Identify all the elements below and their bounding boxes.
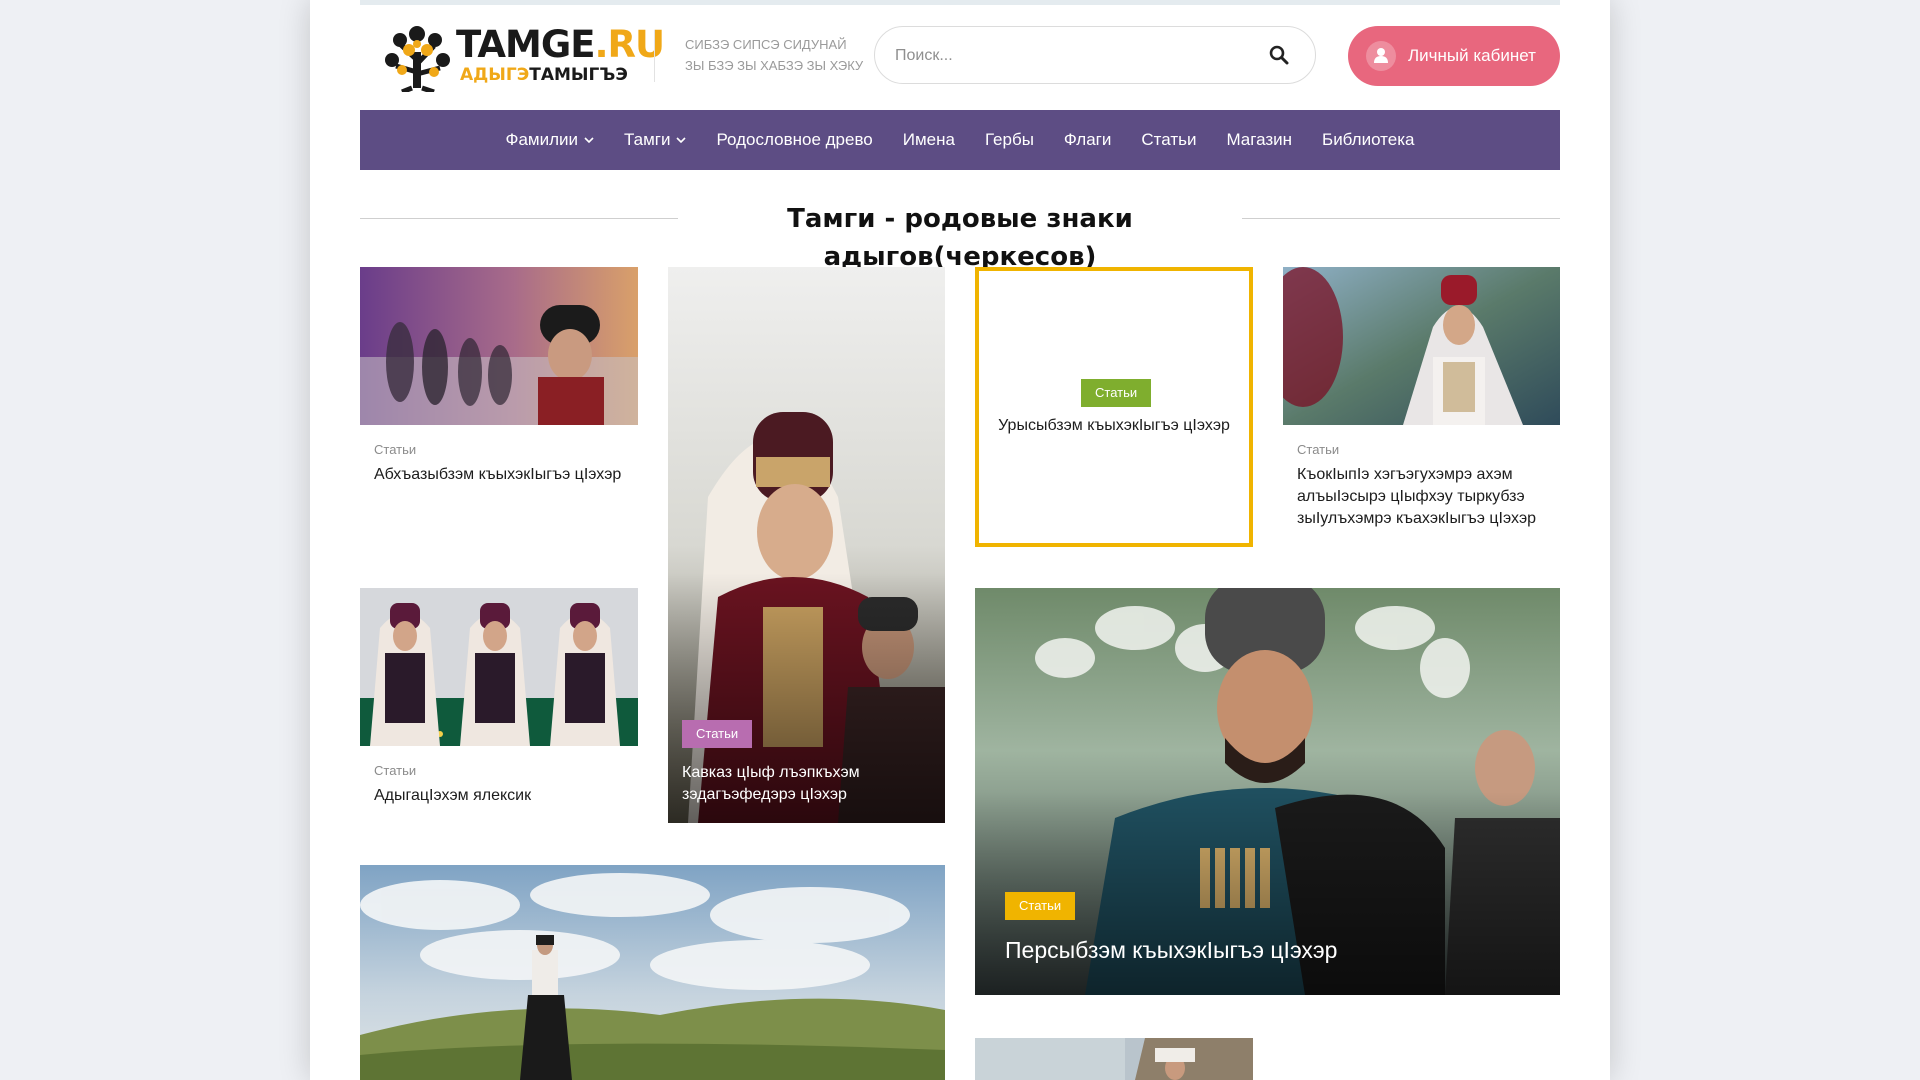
article-image[interactable] <box>360 865 945 1080</box>
nav-item-shop[interactable]: Магазин <box>1226 130 1292 150</box>
nav-item-tamgi[interactable]: Тамги <box>624 130 687 150</box>
nav-label: Родословное древо <box>716 130 873 149</box>
article-card[interactable] <box>360 865 945 1080</box>
card-title[interactable]: Кавказ цIыф лъэпкъхэм зэдагъэфедэрэ цIэх… <box>682 762 922 806</box>
card-title[interactable]: АдыгацIэхэм ялексик <box>374 785 626 807</box>
page-container: TAMGE.RU АДЫГЭТАМЫГЪЭ СИБЗЭ СИПСЭ СИДУНА… <box>310 0 1610 1080</box>
main-nav: Фамилии Тамги Родословное древо Имена Ге… <box>360 110 1560 170</box>
nav-label: Имена <box>902 130 955 149</box>
section-title: Тамги - родовые знаки адыгов(черкесов) <box>787 204 1133 272</box>
tagline-line-1: СИБЗЭ СИПСЭ СИДУНАЙ <box>685 37 847 52</box>
nav-item-library[interactable]: Библиотека <box>1322 130 1414 150</box>
site-logo[interactable]: TAMGE.RU АДЫГЭТАМЫГЪЭ <box>382 22 665 92</box>
search-box <box>874 26 1316 84</box>
card-title[interactable]: Персыбзэм къыхэкIыгъэ цIэхэр <box>1005 935 1525 965</box>
article-image[interactable] <box>1283 267 1560 425</box>
nav-label: Магазин <box>1226 130 1293 149</box>
nav-item-families[interactable]: Фамилии <box>506 130 594 150</box>
article-card[interactable]: Статьи АдыгацIэхэм ялексик <box>360 588 638 828</box>
nav-item-family-tree[interactable]: Родословное древо <box>716 130 872 150</box>
chevron-down-icon <box>676 137 687 144</box>
article-image[interactable] <box>360 267 638 425</box>
card-title[interactable]: Абхъазыбзэм къыхэкIыгъэ цIэхэр <box>374 464 626 486</box>
tree-icon <box>385 26 450 92</box>
card-category[interactable]: Статьи <box>1297 442 1339 457</box>
search-icon[interactable] <box>1269 45 1289 65</box>
logo-title: TAMGE.RU <box>456 23 665 66</box>
nav-label: Тамги <box>624 130 671 149</box>
card-category[interactable]: Статьи <box>374 763 416 778</box>
article-card[interactable]: Статьи Персыбзэм къыхэкIыгъэ цIэхэр <box>975 588 1560 995</box>
site-tagline: СИБЗЭ СИПСЭ СИДУНАЙ ЗЫ БЗЭ ЗЫ ХАБЗЭ ЗЫ Х… <box>685 34 865 76</box>
personal-account-button[interactable]: Личный кабинет <box>1348 26 1560 86</box>
nav-label: Статьи <box>1141 130 1197 149</box>
search-input[interactable] <box>893 39 1247 73</box>
article-card[interactable]: Статьи КъокIыпIэ хэгъэгухэмрэ ахэм алъыI… <box>1283 267 1560 557</box>
category-badge[interactable]: Статьи <box>1081 379 1152 407</box>
nav-item-coats-of-arms[interactable]: Гербы <box>985 130 1034 150</box>
top-strip <box>360 0 1560 5</box>
header-divider <box>654 30 655 82</box>
nav-item-articles[interactable]: Статьи <box>1141 130 1196 150</box>
nav-item-names[interactable]: Имена <box>903 130 955 150</box>
nav-item-flags[interactable]: Флаги <box>1064 130 1111 150</box>
category-badge[interactable]: Статьи <box>682 720 753 748</box>
heading-line-right <box>1242 218 1560 219</box>
user-icon <box>1366 41 1396 71</box>
article-card[interactable] <box>975 1038 1253 1080</box>
category-badge[interactable]: Статьи <box>1005 892 1076 920</box>
card-category[interactable]: Статьи <box>374 442 416 457</box>
heading-line-left <box>360 218 678 219</box>
nav-label: Гербы <box>984 130 1034 149</box>
logo-subtitle: АДЫГЭТАМЫГЪЭ <box>460 65 628 85</box>
personal-account-label: Личный кабинет <box>1408 46 1536 65</box>
article-image[interactable] <box>975 588 1560 995</box>
section-heading: Тамги - родовые знаки адыгов(черкесов) <box>360 200 1560 272</box>
card-title[interactable]: КъокIыпIэ хэгъэгухэмрэ ахэм алъыIэсырэ ц… <box>1297 464 1548 530</box>
article-card[interactable]: Статьи Абхъазыбзэм къыхэкIыгъэ цIэхэр <box>360 267 638 557</box>
article-card[interactable]: Статьи Урысыбзэм къыхэкIыгъэ цIэхэр <box>975 267 1253 547</box>
chevron-down-icon <box>584 137 594 144</box>
article-image[interactable] <box>360 588 638 746</box>
article-image[interactable] <box>975 1038 1253 1080</box>
nav-label: Библиотека <box>1322 130 1415 149</box>
nav-label: Фамилии <box>505 130 578 149</box>
nav-label: Флаги <box>1063 130 1112 149</box>
article-card[interactable]: Статьи Кавказ цIыф лъэпкъхэм зэдагъэфедэ… <box>668 267 945 823</box>
tagline-line-2: ЗЫ БЗЭ ЗЫ ХАБЗЭ ЗЫ ХЭКУ <box>685 58 864 73</box>
card-title[interactable]: Урысыбзэм къыхэкIыгъэ цIэхэр <box>985 415 1243 437</box>
